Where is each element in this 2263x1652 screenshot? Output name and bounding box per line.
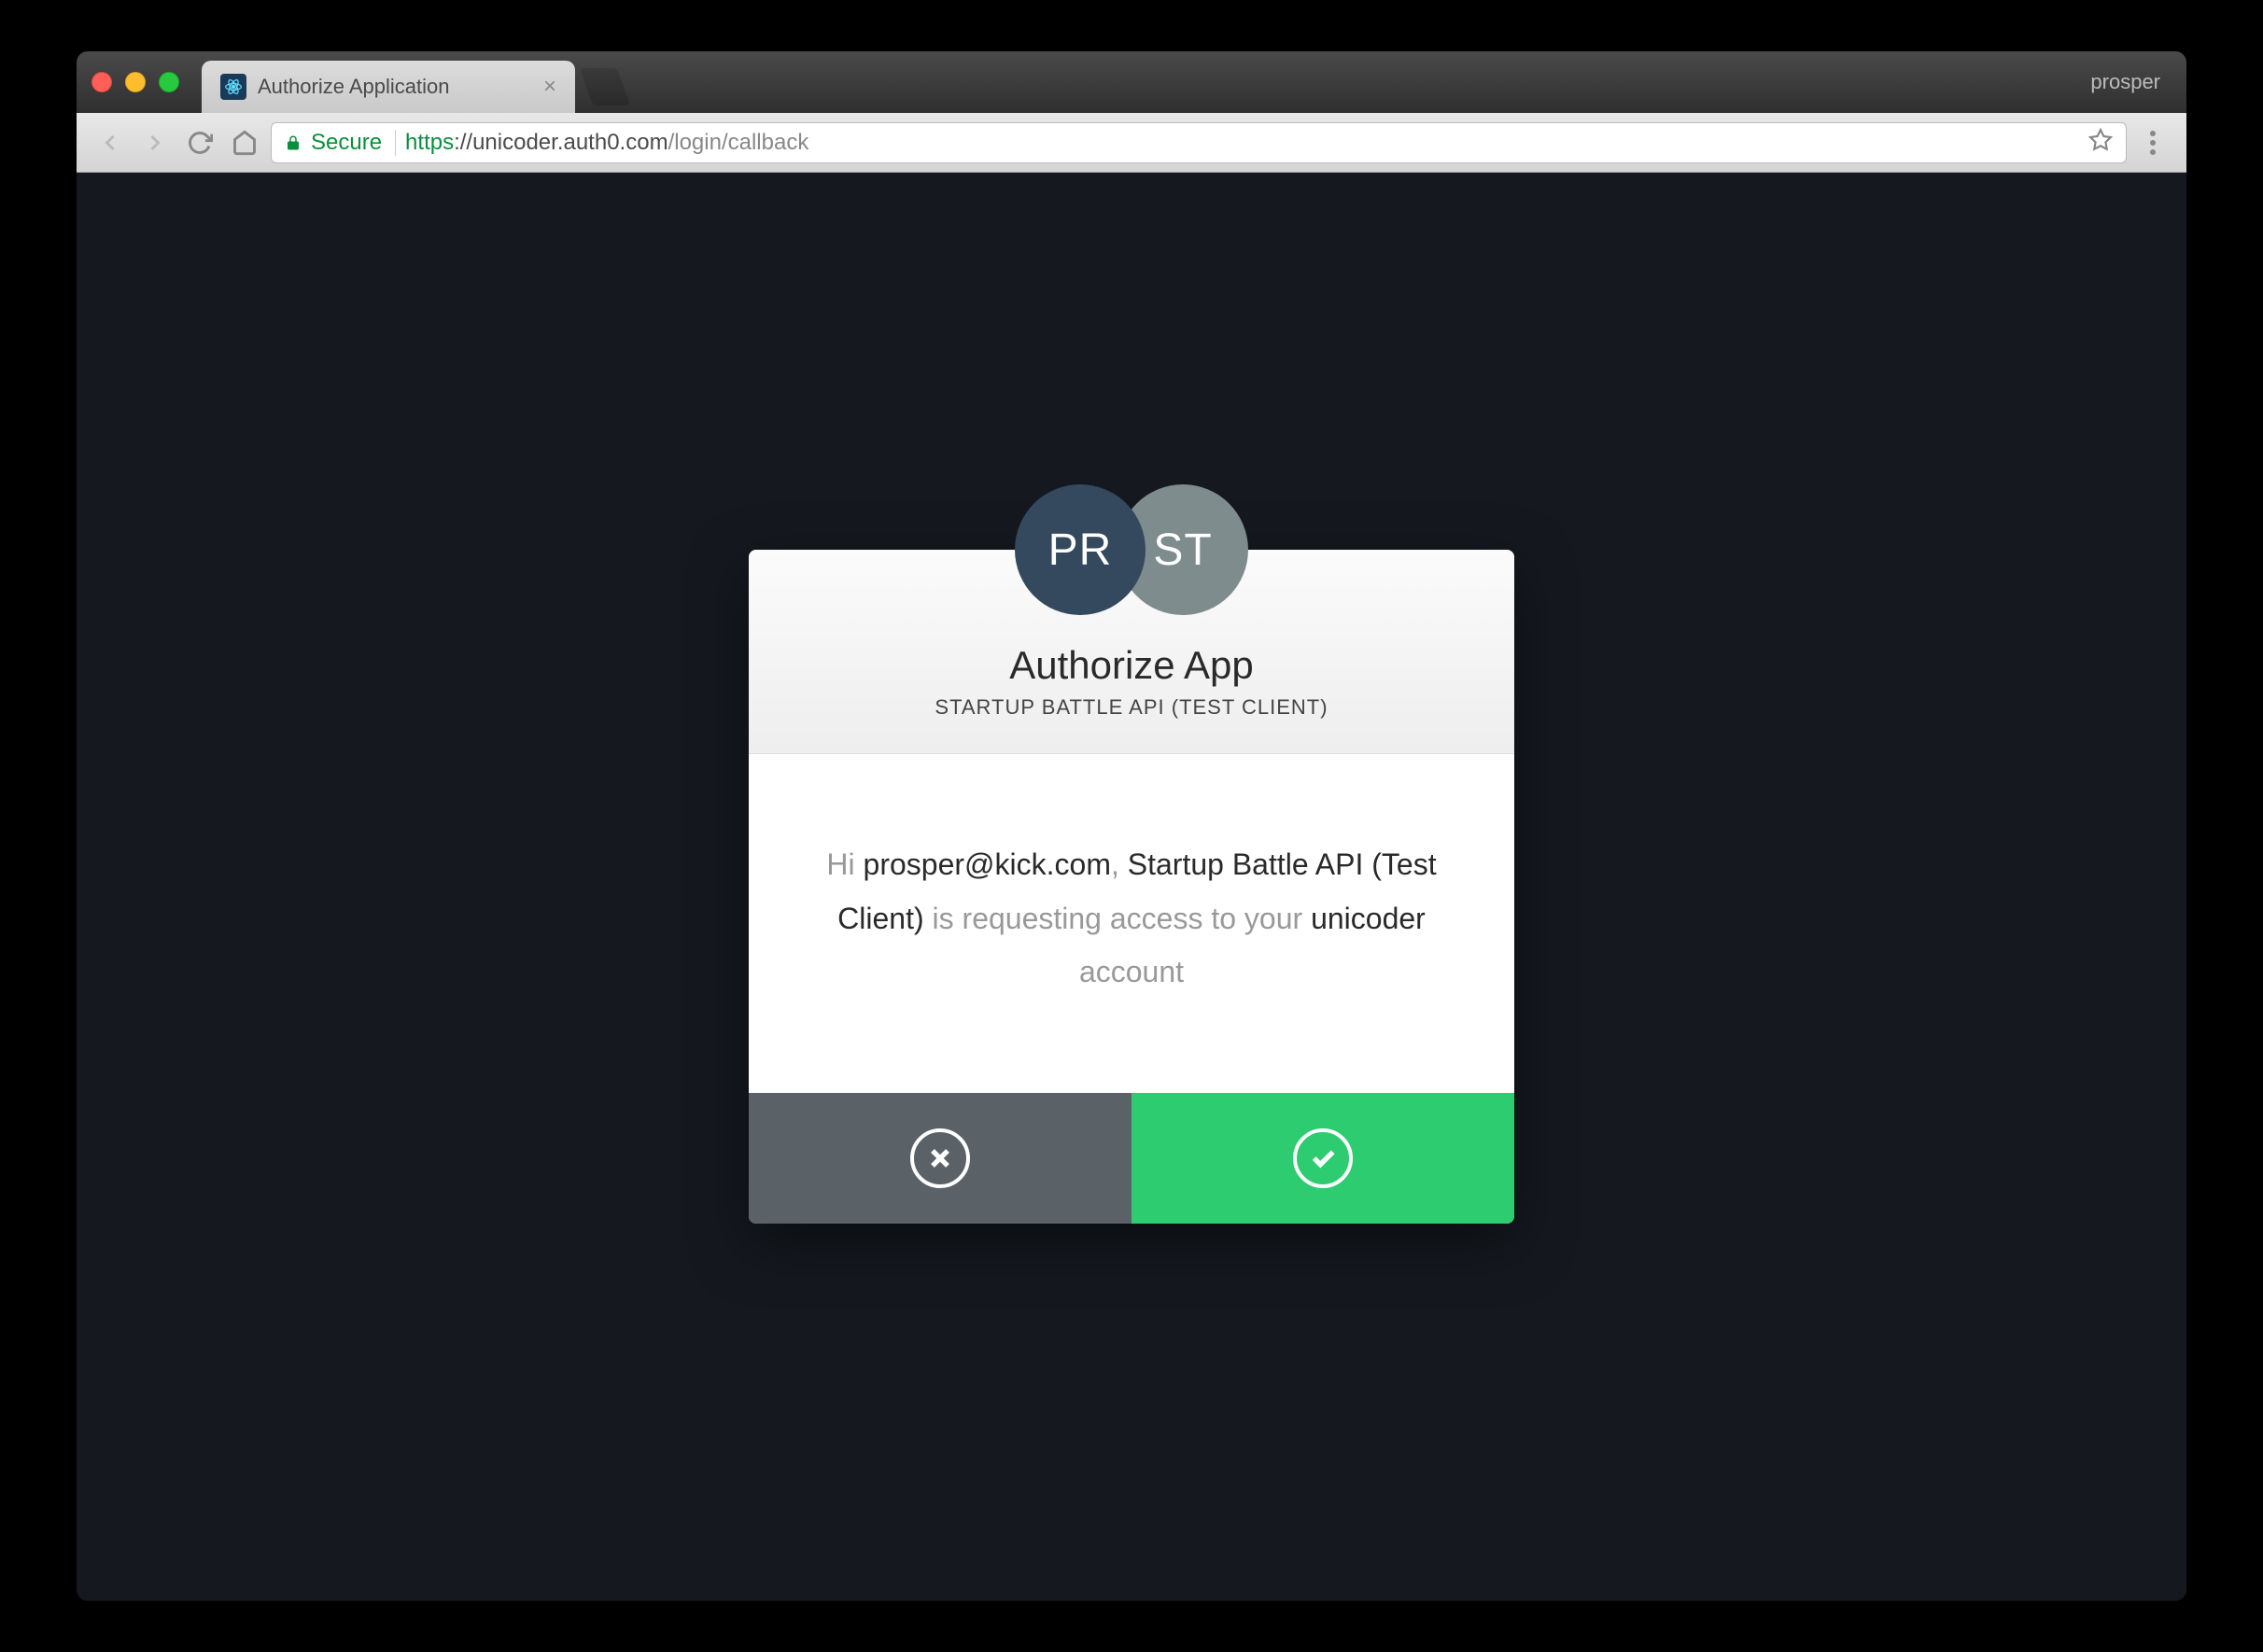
sep1: ,	[1111, 847, 1128, 881]
dialog-actions	[749, 1093, 1514, 1224]
url-field[interactable]: Secure https://unicoder.auth0.com/login/…	[271, 122, 2127, 163]
close-icon	[910, 1128, 970, 1188]
dialog-title: Authorize App	[786, 643, 1477, 688]
requesting-text: is requesting access to your	[924, 902, 1311, 935]
url-scheme: https	[405, 130, 454, 155]
close-window-button[interactable]	[91, 72, 112, 92]
avatar-group: PR ST	[749, 484, 1514, 615]
forward-button[interactable]	[136, 124, 174, 161]
user-avatar: PR	[1015, 484, 1146, 615]
tab-title: Authorize Application	[258, 75, 532, 99]
new-tab-button[interactable]	[580, 68, 631, 105]
browser-window: Authorize Application × prosper Secure h…	[77, 51, 2186, 1601]
bookmark-star-icon[interactable]	[2088, 128, 2113, 157]
react-favicon-icon	[220, 74, 246, 100]
account-word: account	[1079, 955, 1184, 988]
url-text: https://unicoder.auth0.com/login/callbac…	[405, 130, 808, 156]
check-icon	[1293, 1128, 1353, 1188]
dialog-subtitle: STARTUP BATTLE API (TEST CLIENT)	[786, 695, 1477, 720]
consent-message: Hi prosper@kick.com, Startup Battle API …	[805, 838, 1458, 1000]
window-controls	[91, 72, 179, 92]
tenant-name: unicoder	[1311, 902, 1426, 935]
home-button[interactable]	[226, 124, 263, 161]
chrome-profile-name[interactable]: prosper	[2090, 70, 2172, 94]
dialog-body: Hi prosper@kick.com, Startup Battle API …	[749, 754, 1514, 1093]
page-viewport: PR ST Authorize App STARTUP BATTLE API (…	[77, 173, 2186, 1601]
chrome-menu-icon[interactable]	[2134, 130, 2172, 156]
address-bar: Secure https://unicoder.auth0.com/login/…	[77, 113, 2186, 173]
greeting-text: Hi	[826, 847, 863, 881]
url-path: /login/callback	[668, 130, 809, 155]
minimize-window-button[interactable]	[125, 72, 146, 92]
deny-button[interactable]	[749, 1093, 1132, 1224]
lock-icon	[285, 133, 302, 153]
browser-tab[interactable]: Authorize Application ×	[202, 61, 575, 113]
tab-bar: Authorize Application × prosper	[77, 51, 2186, 113]
reload-button[interactable]	[181, 124, 218, 161]
consent-dialog: PR ST Authorize App STARTUP BATTLE API (…	[749, 550, 1514, 1224]
back-button[interactable]	[91, 124, 129, 161]
user-email: prosper@kick.com	[864, 847, 1111, 881]
secure-label: Secure	[311, 130, 396, 156]
maximize-window-button[interactable]	[159, 72, 179, 92]
close-tab-icon[interactable]: ×	[543, 74, 556, 100]
url-host: ://unicoder.auth0.com	[454, 130, 668, 155]
allow-button[interactable]	[1132, 1093, 1514, 1224]
